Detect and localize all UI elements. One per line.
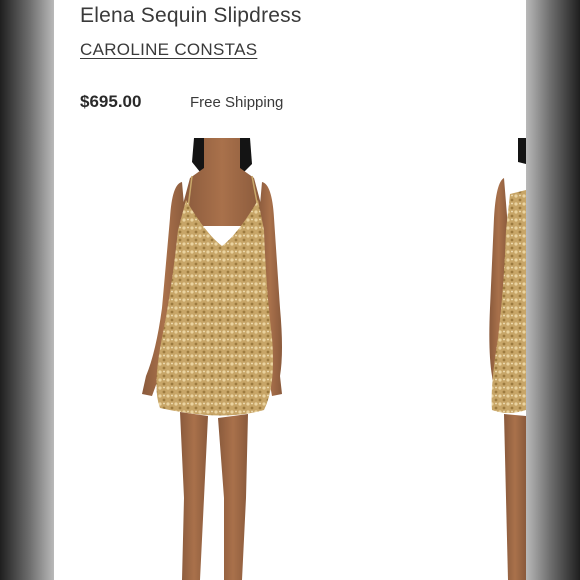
next-product-image[interactable] bbox=[474, 138, 526, 580]
product-page: Elena Sequin Slipdress CAROLINE CONSTAS … bbox=[54, 0, 526, 580]
left-blur-border bbox=[0, 0, 54, 580]
right-blur-border bbox=[526, 0, 580, 580]
product-title: Elena Sequin Slipdress bbox=[80, 4, 302, 27]
brand-link[interactable]: CAROLINE CONSTAS bbox=[80, 40, 257, 60]
product-price: $695.00 bbox=[80, 92, 142, 111]
shipping-info: Free Shipping bbox=[190, 94, 284, 111]
product-image[interactable] bbox=[54, 138, 394, 580]
